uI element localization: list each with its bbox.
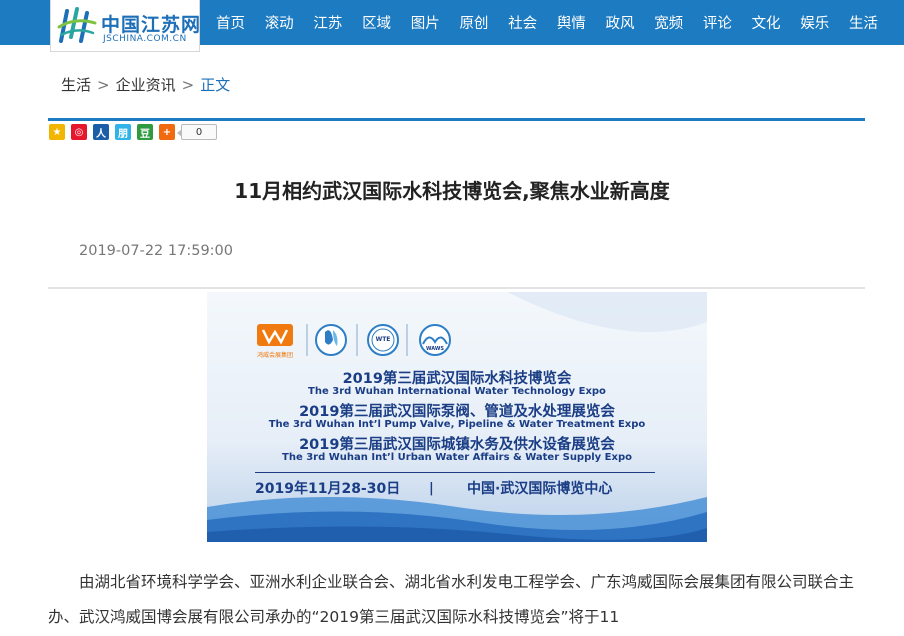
banner-logo-caption: 鸿威会展集团 (256, 352, 293, 359)
nav-item-society[interactable]: 社会 (508, 12, 537, 33)
banner-venue: 中国·武汉国际博览中心 (467, 481, 613, 497)
share-bar: ★ ◎ 人 朋 豆 + 0 (49, 123, 217, 141)
breadcrumb-separator: > (97, 76, 110, 94)
banner-separator: | (429, 481, 434, 496)
nav-item-life[interactable]: 生活 (849, 12, 878, 33)
nav-item-opinion[interactable]: 舆情 (557, 12, 586, 33)
banner-waws-badge: WAWS (425, 346, 445, 352)
banner-line1-cn: 2019第三届武汉国际水科技博览会 (342, 371, 572, 387)
logo-domain: JSCHINA.COM.CN (103, 34, 187, 44)
banner-line3-cn: 2019第三届武汉国际城镇水务及供水设备展览会 (299, 437, 615, 453)
nav-item-commentary[interactable]: 评论 (703, 12, 732, 33)
site-logo[interactable]: 中国江苏网 JSCHINA.COM.CN (50, 0, 200, 52)
pengyou-icon[interactable]: 朋 (115, 124, 131, 140)
nav-item-video[interactable]: 宽频 (654, 12, 683, 33)
nav-item-jiangsu[interactable]: 江苏 (313, 12, 342, 33)
qzone-icon[interactable]: ★ (49, 124, 65, 140)
banner-line3-en: The 3rd Wuhan Int’l Urban Water Affairs … (282, 452, 632, 463)
nav-item-region[interactable]: 区域 (362, 12, 391, 33)
nav-item-culture[interactable]: 文化 (752, 12, 781, 33)
nav-item-original[interactable]: 原创 (459, 12, 488, 33)
nav-item-home[interactable]: 首页 (216, 12, 245, 33)
breadcrumb: 生活 > 企业资讯 > 正文 (61, 74, 230, 95)
article-divider (48, 287, 865, 289)
share-divider (48, 118, 865, 121)
banner-line2-en: The 3rd Wuhan Int’l Pump Valve, Pipeline… (268, 419, 646, 430)
main-nav: 首页 滚动 江苏 区域 图片 原创 社会 舆情 政风 宽频 评论 文化 娱乐 生… (216, 0, 898, 45)
article-paragraph: 由湖北省环境科学学会、亚洲水利企业联合会、湖北省水利发电工程学会、广东鸿威国际会… (48, 573, 855, 626)
breadcrumb-life[interactable]: 生活 (61, 76, 91, 94)
nav-item-rolling[interactable]: 滚动 (265, 12, 294, 33)
breadcrumb-business-news[interactable]: 企业资讯 (116, 76, 176, 94)
share-count: 0 (177, 124, 217, 140)
banner-line1-en: The 3rd Wuhan International Water Techno… (308, 386, 606, 397)
breadcrumb-current: 正文 (200, 76, 231, 94)
nav-item-entertainment[interactable]: 娱乐 (800, 12, 829, 33)
nav-item-pictures[interactable]: 图片 (411, 12, 440, 33)
banner-rule (255, 472, 655, 473)
weibo-icon[interactable]: ◎ (71, 124, 87, 140)
more-icon[interactable]: + (159, 124, 175, 140)
douban-icon[interactable]: 豆 (137, 124, 153, 140)
article-title: 11月相约武汉国际水科技博览会,聚焦水业新高度 (234, 179, 670, 203)
banner-date: 2019年11月28-30日 (255, 481, 401, 497)
breadcrumb-separator: > (181, 76, 195, 94)
expo-banner-image: 鸿威会展集团 WTE WAWS 2019第三届武汉国际水科技博览会 The 3r… (207, 292, 707, 542)
banner-line2-cn: 2019第三届武汉国际泵阀、管道及水处理展览会 (299, 404, 615, 420)
logo-mark-icon (57, 7, 97, 43)
nav-item-politics[interactable]: 政风 (606, 12, 635, 33)
logo-text: 中国江苏网 (101, 14, 202, 36)
article-date: 2019-07-22 17:59:00 (79, 243, 233, 259)
banner-wte-badge: WTE (375, 336, 391, 343)
renren-icon[interactable]: 人 (93, 124, 109, 140)
